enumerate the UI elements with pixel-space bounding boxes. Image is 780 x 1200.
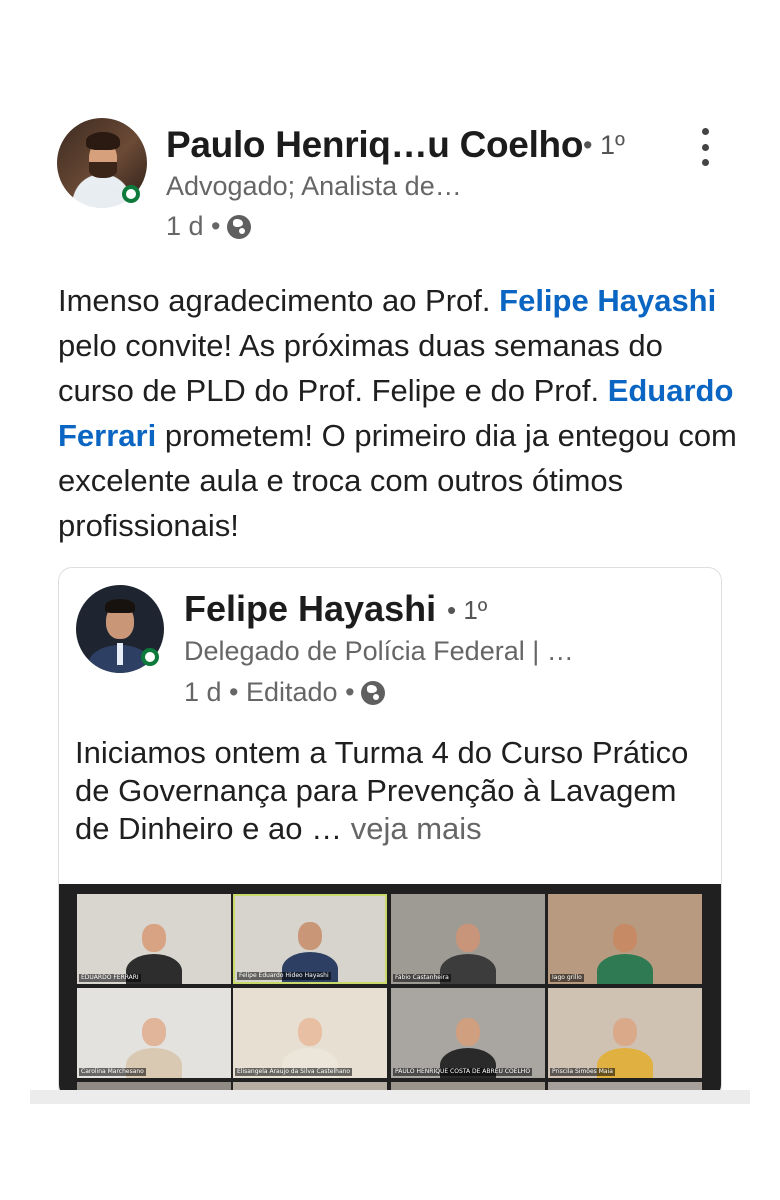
participant-name-label: Priscila Simões Maia (550, 1068, 615, 1076)
video-tile: Elisangela Araujo da Silva Castelhano (233, 988, 387, 1078)
video-tile: Felipe Eduardo Hideo Hayashi (233, 894, 387, 984)
author-name[interactable]: Paulo Henriq…u Coelho (166, 124, 583, 166)
video-tile: PAULO HENRIQUE COSTA DE ABREU COELHO (391, 988, 545, 1078)
shared-author-headline: Delegado de Polícia Federal | … (184, 636, 574, 666)
participant-name-label: PAULO HENRIQUE COSTA DE ABREU COELHO (393, 1068, 533, 1076)
feed-post: Paulo Henriq…u Coelho • 1º Advogado; Ana… (0, 0, 780, 1200)
participant-name-label: Elisangela Araujo da Silva Castelhano (235, 1068, 353, 1076)
video-call-screenshot[interactable]: EDUARDO FERRARI Felipe Eduardo Hideo Haya… (59, 884, 721, 1098)
post-meta: 1 d • (166, 211, 251, 242)
more-vertical-icon (701, 128, 709, 135)
post-time: 1 d • (166, 211, 221, 241)
shared-post-meta: 1 d • Editado • (184, 677, 385, 708)
online-status-icon (141, 648, 159, 666)
shared-author-name[interactable]: Felipe Hayashi (184, 588, 436, 630)
participant-name-label: Fábio Castanheira (393, 974, 451, 982)
video-tile: Priscila Simões Maia (548, 988, 702, 1078)
participant-name-label: Carolina Marchesano (79, 1068, 146, 1076)
globe-icon (360, 680, 385, 705)
post-text-segment: pelo convite! As próximas duas semanas d… (58, 328, 663, 408)
video-tile: EDUARDO FERRARI (77, 894, 231, 984)
participant-name-label: Iago grillo (550, 974, 584, 982)
video-tile: Carolina Marchesano (77, 988, 231, 1078)
shared-post-time: 1 d • Editado • (184, 677, 355, 707)
more-options-button[interactable] (690, 125, 720, 169)
video-tile: Iago grillo (548, 894, 702, 984)
author-headline: Advogado; Analista de… (166, 171, 462, 201)
video-tile: Fábio Castanheira (391, 894, 545, 984)
participant-name-label: EDUARDO FERRARI (79, 974, 141, 982)
post-text-segment: Imenso agradecimento ao Prof. (58, 283, 500, 318)
connection-degree: • 1º (583, 130, 625, 160)
shared-post-card[interactable]: Felipe Hayashi • 1º Delegado de Polícia … (58, 567, 722, 1099)
shared-post-body: Iniciamos ontem a Turma 4 do Curso Práti… (75, 734, 705, 848)
shared-connection-degree: • 1º (447, 595, 488, 625)
participant-figure (597, 924, 653, 984)
mention-link-felipe[interactable]: Felipe Hayashi (499, 283, 716, 318)
divider (30, 1090, 750, 1104)
post-text-segment: prometem! O primeiro dia ja entegou com … (58, 418, 737, 543)
post-body: Imenso agradecimento ao Prof. Felipe Hay… (58, 278, 738, 548)
online-status-icon (122, 185, 140, 203)
globe-icon (226, 214, 251, 239)
see-more-link[interactable]: veja mais (351, 811, 482, 846)
participant-name-label: Felipe Eduardo Hideo Hayashi (237, 972, 331, 980)
